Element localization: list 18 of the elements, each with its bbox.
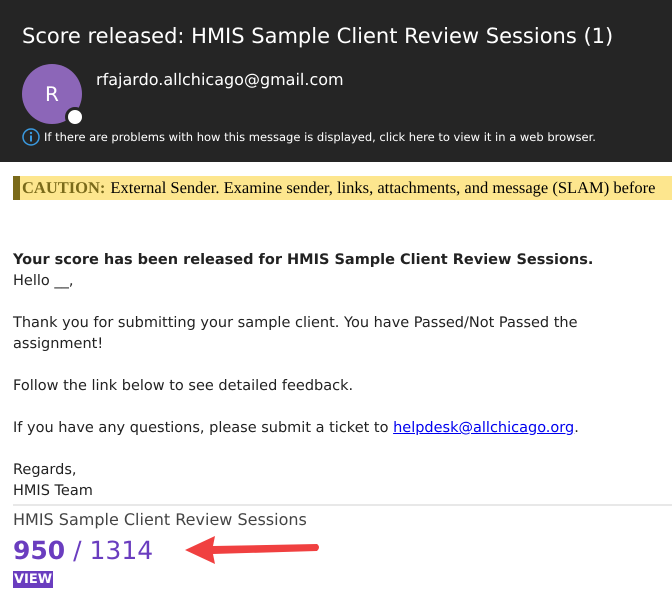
score-title: HMIS Sample Client Review Sessions bbox=[13, 510, 308, 529]
web-view-notice[interactable]: If there are problems with how this message is displayed, click here to view it in a web browser. bbox=[44, 130, 596, 144]
sender-address: rfajardo.allchicago@gmail.com bbox=[96, 70, 344, 89]
paragraph: If you have any questions, please submit a ticket to helpdesk@allchicago.org. bbox=[13, 419, 580, 438]
email-link[interactable]: helpdesk@allchicago.org bbox=[393, 420, 574, 436]
greeting: Hello __, bbox=[13, 272, 74, 291]
team-name: HMIS Team bbox=[13, 482, 94, 501]
caution-label: CAUTION: bbox=[22, 178, 106, 198]
score-value: 950 / 1314 bbox=[13, 536, 154, 564]
email-subject: Score released: HMIS Sample Client Review Sessions (1) bbox=[22, 24, 614, 48]
caution-text: External Sender. Examine sender, links, attachments, and message (SLAM) before bbox=[110, 178, 656, 198]
paragraph: Thank you for submitting your sample client. You have Passed/Not Passed the assignment! bbox=[13, 314, 579, 354]
info-icon bbox=[22, 128, 40, 146]
avatar: R bbox=[22, 64, 82, 124]
paragraph: Follow the link below to see detailed feedback. bbox=[13, 377, 354, 396]
email-heading: Your score has been released for HMIS Sample Client Review Sessions. bbox=[13, 251, 594, 270]
view-button[interactable]: VIEW bbox=[13, 571, 54, 588]
sign-off: Regards, bbox=[13, 461, 78, 480]
